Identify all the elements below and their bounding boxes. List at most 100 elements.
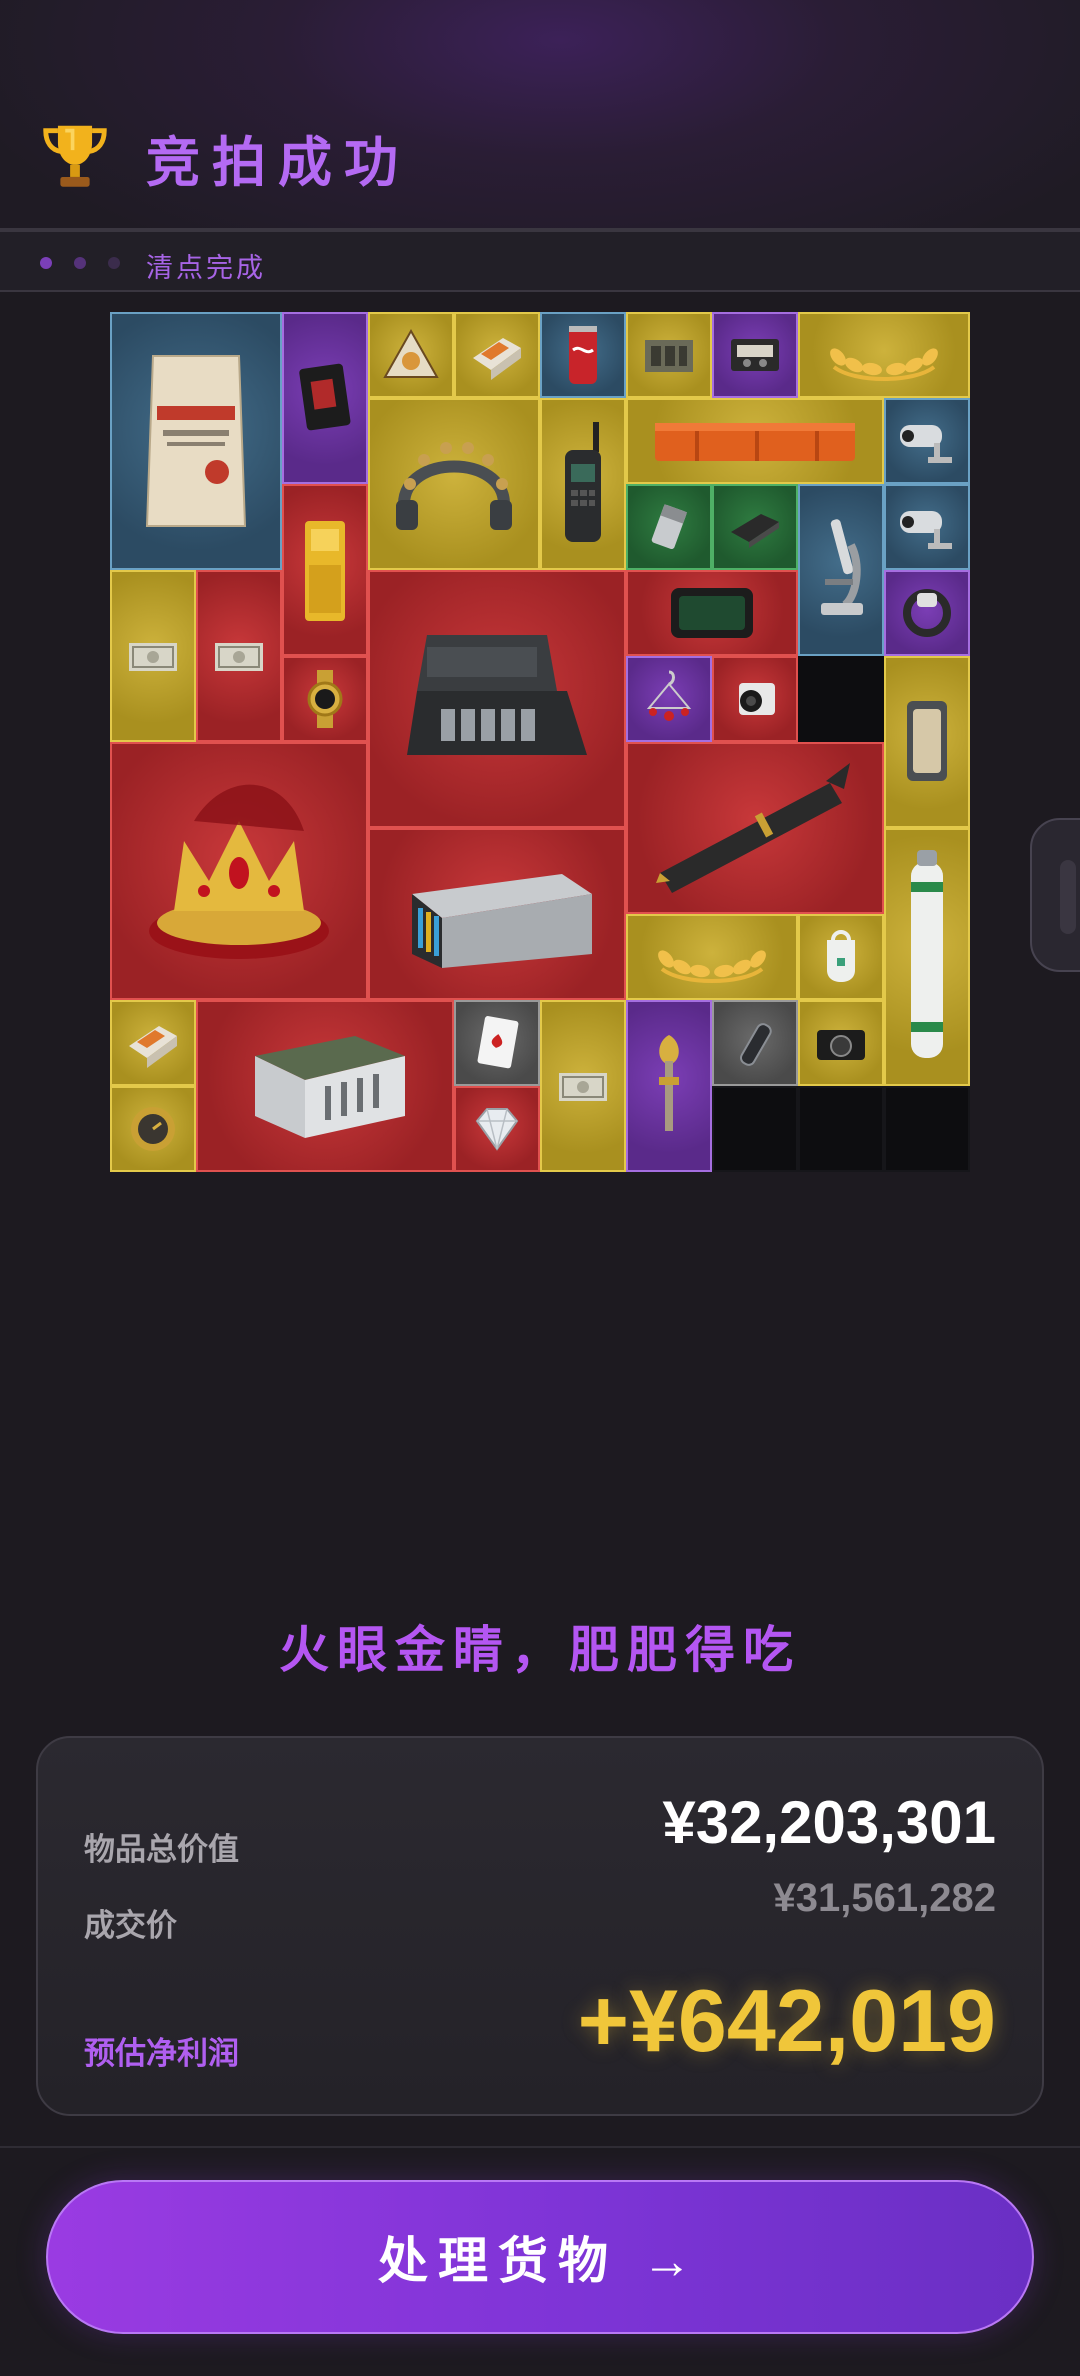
progress-dot xyxy=(108,257,120,269)
empty-slot xyxy=(712,1086,798,1172)
item-diamond[interactable] xyxy=(454,1086,540,1172)
item-laurel-wreath-2[interactable] xyxy=(626,914,798,1000)
item-explosive-brick-2[interactable] xyxy=(110,1000,196,1086)
side-drawer-handle[interactable] xyxy=(1030,818,1080,972)
nachos-icon xyxy=(383,328,439,378)
item-nachos[interactable] xyxy=(368,312,454,398)
item-lighter[interactable] xyxy=(626,484,712,570)
item-banknotes-3[interactable] xyxy=(540,1000,626,1172)
estimated-profit-label: 预估净利润 xyxy=(84,2036,239,2072)
item-security-camera[interactable] xyxy=(884,398,970,484)
cement-bag-icon xyxy=(145,355,247,527)
item-gold-bar[interactable] xyxy=(282,484,368,656)
gold-bar-icon xyxy=(305,521,345,621)
processor-case-icon xyxy=(407,635,587,755)
microscope-icon xyxy=(821,519,863,615)
ornate-key-icon xyxy=(659,1035,679,1131)
soda-can-icon xyxy=(569,326,597,384)
item-digital-camera[interactable] xyxy=(798,1000,884,1086)
page-title: 竞拍成功 xyxy=(146,131,410,194)
pouch-icon xyxy=(299,363,351,431)
laurel-wreath-icon xyxy=(830,348,938,381)
item-banknotes-2[interactable] xyxy=(196,570,282,742)
server-icon xyxy=(412,874,592,968)
headset-icon xyxy=(396,442,512,530)
diamond-icon xyxy=(475,1108,519,1151)
banknotes-icon xyxy=(129,643,177,671)
vial-icon xyxy=(740,1023,772,1066)
item-circuit-board[interactable] xyxy=(626,312,712,398)
item-gold-watch[interactable] xyxy=(282,656,368,742)
item-pocket-watch[interactable] xyxy=(110,1086,196,1172)
item-ornate-key[interactable] xyxy=(626,1000,712,1172)
item-artifact-frame[interactable] xyxy=(884,656,970,828)
crown-icon xyxy=(149,784,329,959)
item-tablet[interactable] xyxy=(626,570,798,656)
earring-icon xyxy=(646,670,692,721)
digital-camera-icon xyxy=(817,1030,865,1060)
total-value-label: 物品总价值 xyxy=(84,1832,239,1868)
progress-dot xyxy=(40,257,52,269)
item-explosive-brick[interactable] xyxy=(454,312,540,398)
item-camera-module[interactable] xyxy=(712,656,798,742)
item-playing-card[interactable] xyxy=(454,1000,540,1086)
camera-icon xyxy=(900,511,952,549)
item-neural-headset[interactable] xyxy=(368,398,540,570)
crate-icon xyxy=(255,1036,405,1138)
oxygen-tank-icon xyxy=(911,850,943,1058)
item-oxygen-tank[interactable] xyxy=(884,828,970,1086)
item-smart-band[interactable] xyxy=(884,570,970,656)
item-missile[interactable] xyxy=(626,742,884,914)
lighter-icon xyxy=(651,504,688,550)
item-military-crate[interactable] xyxy=(196,1000,454,1172)
item-pouch[interactable] xyxy=(282,312,368,484)
tag-device-icon xyxy=(827,930,855,982)
item-orange-case[interactable] xyxy=(626,398,884,484)
estimated-profit-value: +¥642,019 xyxy=(577,1971,996,2070)
item-banknotes[interactable] xyxy=(110,570,196,742)
item-earring[interactable] xyxy=(626,656,712,742)
smart-band-icon xyxy=(903,589,951,637)
watch-icon xyxy=(307,670,343,728)
camera-icon xyxy=(900,425,952,463)
pocket-watch-icon xyxy=(131,1107,175,1151)
divider xyxy=(0,2146,1080,2148)
hard-drive-icon xyxy=(731,514,779,548)
inventory-grid xyxy=(110,312,970,1172)
item-soda-can[interactable] xyxy=(540,312,626,398)
banknotes-icon xyxy=(559,1073,607,1101)
item-processor-case[interactable] xyxy=(368,570,626,828)
explosive-brick-icon xyxy=(129,1026,177,1068)
header: 竞拍成功 xyxy=(0,0,1080,230)
item-laurel-wreath[interactable] xyxy=(798,312,970,398)
progress-dot xyxy=(74,257,86,269)
camera-module-icon xyxy=(739,683,775,715)
artifact-icon xyxy=(907,701,947,781)
process-goods-button[interactable]: 处理货物 → xyxy=(46,2180,1034,2334)
item-glass-vial[interactable] xyxy=(712,1000,798,1086)
cassette-tape-icon xyxy=(731,339,779,371)
item-cement-bag[interactable] xyxy=(110,312,282,570)
empty-slot xyxy=(884,1086,970,1172)
status-bar: 清点完成 xyxy=(0,232,1080,292)
item-microscope[interactable] xyxy=(798,484,884,656)
item-cassette-tape[interactable] xyxy=(712,312,798,398)
summary-card: 物品总价值 ¥32,203,301 成交价 ¥31,561,282 预估净利润 … xyxy=(36,1736,1044,2116)
playing-card-icon xyxy=(477,1016,519,1069)
item-tag-device[interactable] xyxy=(798,914,884,1000)
deal-price-value: ¥31,561,282 xyxy=(773,1876,996,1920)
item-server-nas[interactable] xyxy=(368,828,626,1000)
drawer-handle-grip xyxy=(1060,860,1076,934)
banknotes-icon xyxy=(215,643,263,671)
empty-slot xyxy=(798,1086,884,1172)
explosive-brick-icon xyxy=(473,338,521,380)
item-hard-drive[interactable] xyxy=(712,484,798,570)
deal-price-label: 成交价 xyxy=(84,1908,177,1944)
item-royal-crown[interactable] xyxy=(110,742,368,1000)
tablet-icon xyxy=(671,588,753,638)
status-text: 清点完成 xyxy=(146,253,266,284)
item-radio-transceiver[interactable] xyxy=(540,398,626,570)
laurel-wreath-icon xyxy=(658,950,766,983)
item-security-camera-2[interactable] xyxy=(884,484,970,570)
radio-icon xyxy=(565,422,601,542)
